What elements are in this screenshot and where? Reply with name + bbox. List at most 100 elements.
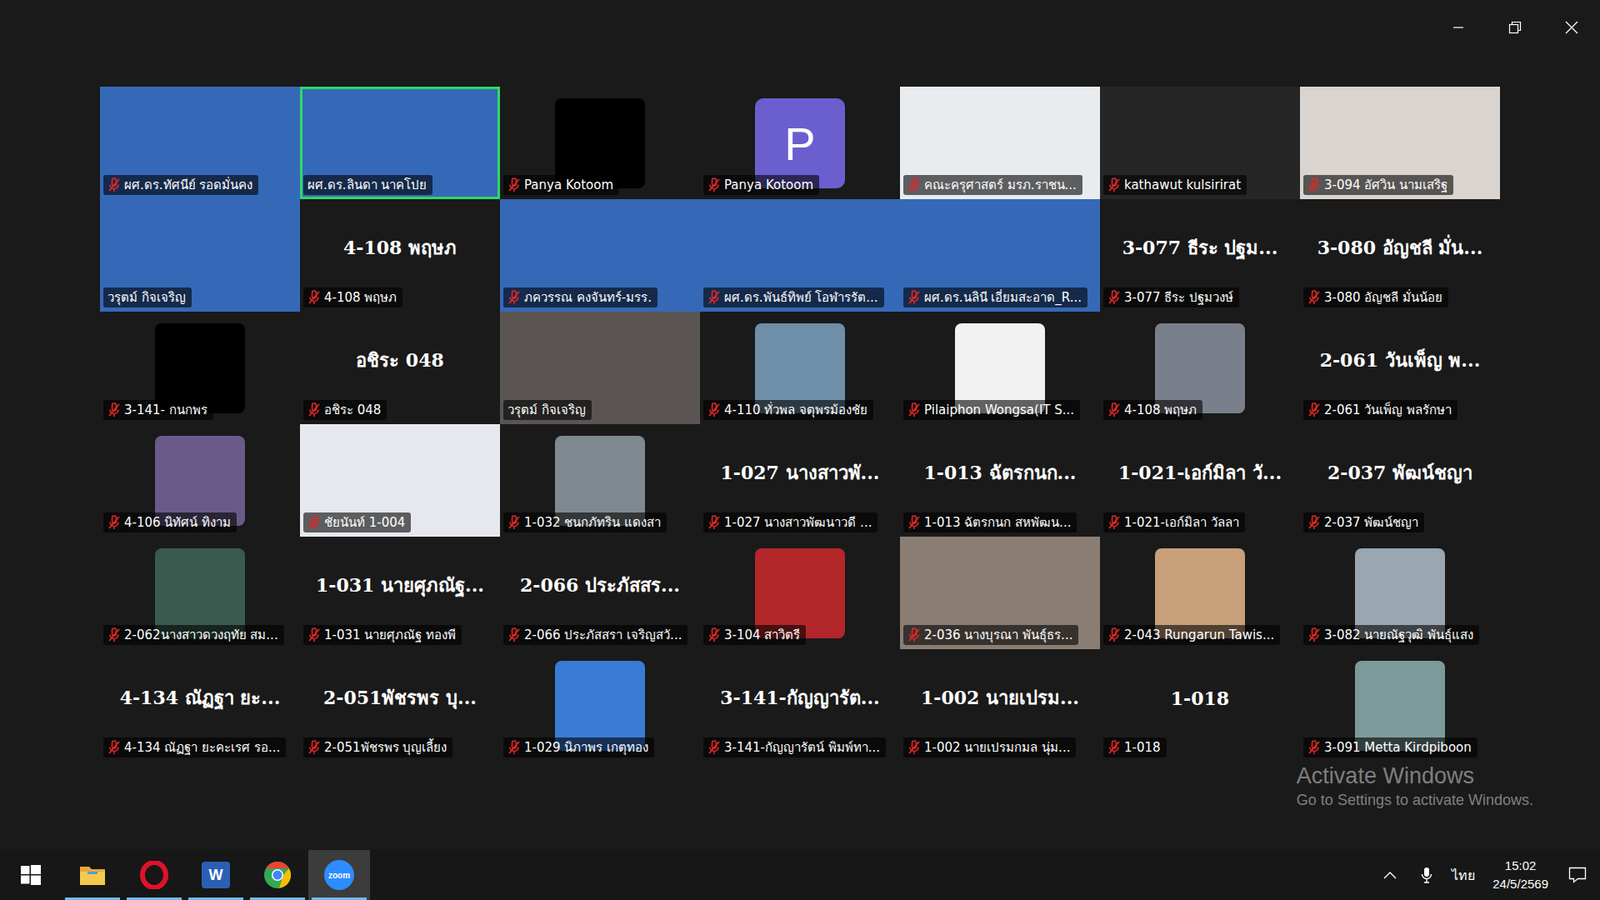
participant-label: kathawut kulsirirat [1103, 175, 1247, 195]
participant-label: 3-141-กัญญารัตน์ พิมพ์ทา... [703, 737, 886, 758]
participant-tile[interactable]: 1-032 ชนกภัทริน แดงสา [500, 424, 700, 537]
participant-tile[interactable]: Pilaiphon Wongsa(IT S... [900, 311, 1100, 425]
participant-name: 3-104 สาวิตรี [724, 627, 800, 643]
muted-mic-icon [1107, 740, 1121, 755]
participant-name-display: 3-080 อัญชลี มั่น... [1317, 233, 1484, 263]
participant-name: 1-021-เอก์มิลา วัลลา [1124, 515, 1240, 530]
participant-tile[interactable]: คณะครุศาสตร์ มรภ.ราชน... [900, 86, 1100, 200]
participant-tile[interactable]: 3-080 อัญชลี มั่น... 3-080 อัญชลี มั่นน้อ… [1300, 199, 1500, 312]
participant-tile[interactable]: ผศ.ดร.นลินี เอี่ยมสะอาด_R... [900, 199, 1100, 312]
participant-name: 4-108 พฤษภ [324, 290, 397, 305]
participant-name: 1-029 นิภาพร เกตุทอง [524, 740, 649, 755]
participant-tile[interactable]: PPanya Kotoom [700, 86, 900, 200]
participant-tile[interactable]: 4-108 พฤษภ [1100, 311, 1300, 425]
participant-tile[interactable]: kathawut kulsirirat [1100, 86, 1300, 200]
participant-tile[interactable]: 1-021-เอก์มิลา วั...1-021-เอก์มิลา วัลลา [1100, 424, 1300, 537]
system-tray: ไทย15:0224/5/2569 [1374, 850, 1600, 900]
taskbar-app[interactable]: zoom [308, 850, 370, 900]
participant-tile[interactable]: 1-0181-018 [1100, 649, 1300, 762]
participant-tile[interactable]: 1-002 นายเปรม...1-002 นายเปรมกมล นุ่ม... [900, 649, 1100, 762]
participant-tile[interactable]: ผศ.ดร.พันธ์ทิพย์ โอฬารรัต... [700, 199, 900, 312]
participant-name: 1-031 นายศุภณัฐ ทองพี [324, 627, 456, 643]
tray-overflow-button[interactable] [1374, 850, 1406, 900]
participant-tile[interactable]: วรุตม์ กิจเจริญ [100, 199, 300, 312]
participant-tile[interactable]: 2-051พัชรพร บุ...2-051พัชรพร บุญเลี้ยง [300, 649, 500, 762]
participant-name: kathawut kulsirirat [1124, 177, 1241, 193]
word-icon: W [201, 861, 230, 889]
participant-name: ชัยนันท์ 1-004 [324, 515, 405, 530]
participant-tile[interactable]: ผศ.ดร.ทัศนีย์ รอดมั่นคง [100, 86, 300, 200]
participant-tile[interactable]: ผศ.ดร.ลินดา นาคโปย [300, 86, 500, 200]
participant-name: วรุตม์ กิจเจริญ [107, 290, 186, 305]
muted-mic-icon [907, 402, 921, 418]
microphone-button[interactable] [1410, 850, 1443, 900]
muted-mic-icon [1307, 290, 1321, 305]
participant-tile[interactable]: 4-106 นิทัศน์ ทิงาม [100, 424, 300, 537]
participant-tile[interactable]: 3-141-กัญญารัต...3-141-กัญญารัตน์ พิมพ์ท… [700, 649, 900, 762]
participant-tile[interactable]: 2-037 พัฒน์ชญา2-037 พัฒน์ชญา [1300, 424, 1500, 537]
participant-tile[interactable]: 3-091 Metta Kirdpiboon [1300, 649, 1500, 762]
muted-mic-icon [1107, 515, 1121, 530]
participant-tile[interactable]: 3-141- กนกพร [100, 311, 300, 425]
participant-label: คณะครุศาสตร์ มรภ.ราชน... [903, 175, 1083, 195]
participant-tile[interactable]: 2-061 วันเพ็ญ พ...2-061 วันเพ็ญ พลรักษา [1300, 311, 1500, 425]
participant-tile[interactable]: 3-094 อัศวิน นามเสริฐ [1300, 86, 1500, 200]
participant-tile[interactable]: 4-108 พฤษภ4-108 พฤษภ [300, 199, 500, 312]
taskbar-app[interactable] [61, 850, 124, 900]
language-indicator[interactable]: ไทย [1447, 850, 1480, 900]
participant-name: 1-027 นางสาวพัฒนาวดี ... [724, 515, 872, 530]
participant-tile[interactable]: 2-043 Rungarun Tawis... [1100, 536, 1300, 650]
minimize-button[interactable] [1430, 0, 1487, 55]
participant-tile[interactable]: อชิระ 048อชิระ 048 [300, 311, 500, 425]
participant-tile[interactable]: 1-027 นางสาวพั...1-027 นางสาวพัฒนาวดี ..… [700, 424, 900, 537]
participant-label: วรุตม์ กิจเจริญ [103, 287, 192, 308]
clock[interactable]: 15:0224/5/2569 [1484, 856, 1557, 894]
participant-name: ผศ.ดร.นลินี เอี่ยมสะอาด_R... [924, 290, 1082, 305]
muted-mic-icon [1307, 627, 1321, 643]
participant-tile[interactable]: 1-013 ฉัตรกนก...1-013 ฉัตรกนก สหพัฒน... [900, 424, 1100, 537]
taskbar-app[interactable]: W [185, 850, 247, 900]
participant-tile[interactable]: 2-066 ประภัสสร...2-066 ประภัสสรา เจริญสว… [500, 536, 700, 650]
participant-tile[interactable]: วรุตม์ กิจเจริญ [500, 311, 700, 425]
participant-name: 1-002 นายเปรมกมล นุ่ม... [924, 740, 1070, 755]
participant-name: ผศ.ดร.ทัศนีย์ รอดมั่นคง [124, 177, 253, 193]
participant-tile[interactable]: 3-077 ธีระ ปฐม...3-077 ธีระ ปฐมวงษ์ [1100, 199, 1300, 312]
participant-label: 4-110 ทั่วพล จตุพรม้องชัย [703, 400, 874, 420]
participant-tile[interactable]: ชัยนันท์ 1-004 [300, 424, 500, 537]
notification-button[interactable] [1561, 850, 1594, 900]
participant-label: 3-080 อัญชลี มั่นน้อย [1303, 287, 1449, 308]
participant-name: 4-110 ทั่วพล จตุพรม้องชัย [724, 402, 868, 418]
watermark-subtitle: Go to Settings to activate Windows. [1296, 790, 1534, 810]
participant-name: 3-141- กนกพร [124, 402, 208, 418]
participant-tile[interactable]: 3-082 นายณัฐวุฒิ พันธุ์แสง [1300, 536, 1500, 650]
participant-tile[interactable]: 3-104 สาวิตรี [700, 536, 900, 650]
muted-mic-icon [907, 740, 921, 755]
participant-name: 3-141-กัญญารัตน์ พิมพ์ทา... [724, 740, 880, 755]
notification-icon [1568, 866, 1587, 884]
participant-tile[interactable]: 1-031 นายศุภณัฐ...1-031 นายศุภณัฐ ทองพี [300, 536, 500, 650]
participant-tile[interactable]: 4-110 ทั่วพล จตุพรม้องชัย [700, 311, 900, 425]
start-button[interactable] [0, 850, 62, 900]
participant-tile[interactable]: 2-062นางสาวดวงฤทัย สม... [100, 536, 300, 650]
participant-name: 2-051พัชรพร บุญเลี้ยง [324, 740, 447, 755]
participant-name: 4-134 ณัฏฐา ยะคะเรศ รอ... [124, 740, 280, 755]
participant-label: 3-094 อัศวิน นามเสริฐ [1303, 175, 1454, 195]
close-button[interactable] [1543, 0, 1600, 55]
muted-mic-icon [907, 290, 921, 305]
muted-mic-icon [707, 290, 721, 305]
participant-label: 4-108 พฤษภ [303, 287, 403, 308]
participant-tile[interactable]: 2-036 นางบุรณา พันธุ์ธร... [900, 536, 1100, 650]
taskbar-app[interactable] [123, 850, 185, 900]
opera-icon [140, 860, 169, 890]
participant-tile[interactable]: 1-029 นิภาพร เกตุทอง [500, 649, 700, 762]
participant-tile[interactable]: 4-134 ณัฏฐา ยะ...4-134 ณัฏฐา ยะคะเรศ รอ.… [100, 649, 300, 762]
participant-name: 2-061 วันเพ็ญ พลรักษา [1324, 402, 1452, 418]
restore-button[interactable] [1486, 0, 1544, 55]
clock-date: 24/5/2569 [1492, 875, 1549, 894]
participant-tile[interactable]: Panya Kotoom [500, 86, 700, 200]
muted-mic-icon [507, 177, 521, 193]
participant-label: 3-091 Metta Kirdpiboon [1303, 737, 1478, 758]
taskbar-app[interactable] [246, 850, 309, 900]
participant-label: 2-066 ประภัสสรา เจริญสวั... [503, 625, 688, 645]
participant-tile[interactable]: ภควรรณ คงจันทร์-มรร. [500, 199, 700, 312]
